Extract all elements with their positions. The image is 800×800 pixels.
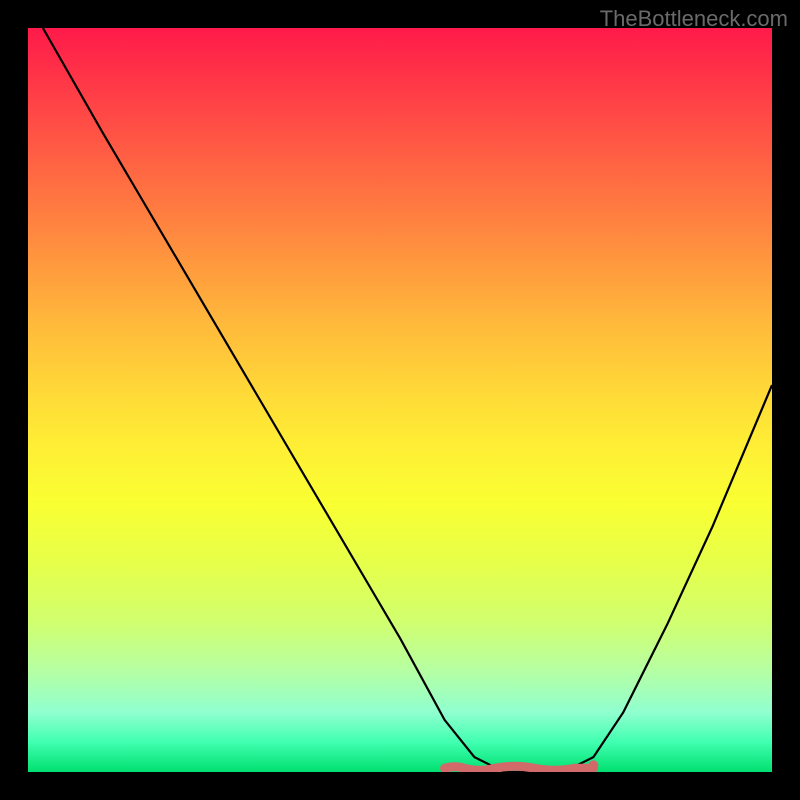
- watermark-text: TheBottleneck.com: [600, 6, 788, 32]
- plot-area: [28, 28, 772, 772]
- curve-layer: [28, 28, 772, 772]
- sweet-spot-band: [445, 766, 594, 770]
- sweet-spot-end-dot: [588, 760, 598, 770]
- bottleneck-curve: [43, 28, 772, 772]
